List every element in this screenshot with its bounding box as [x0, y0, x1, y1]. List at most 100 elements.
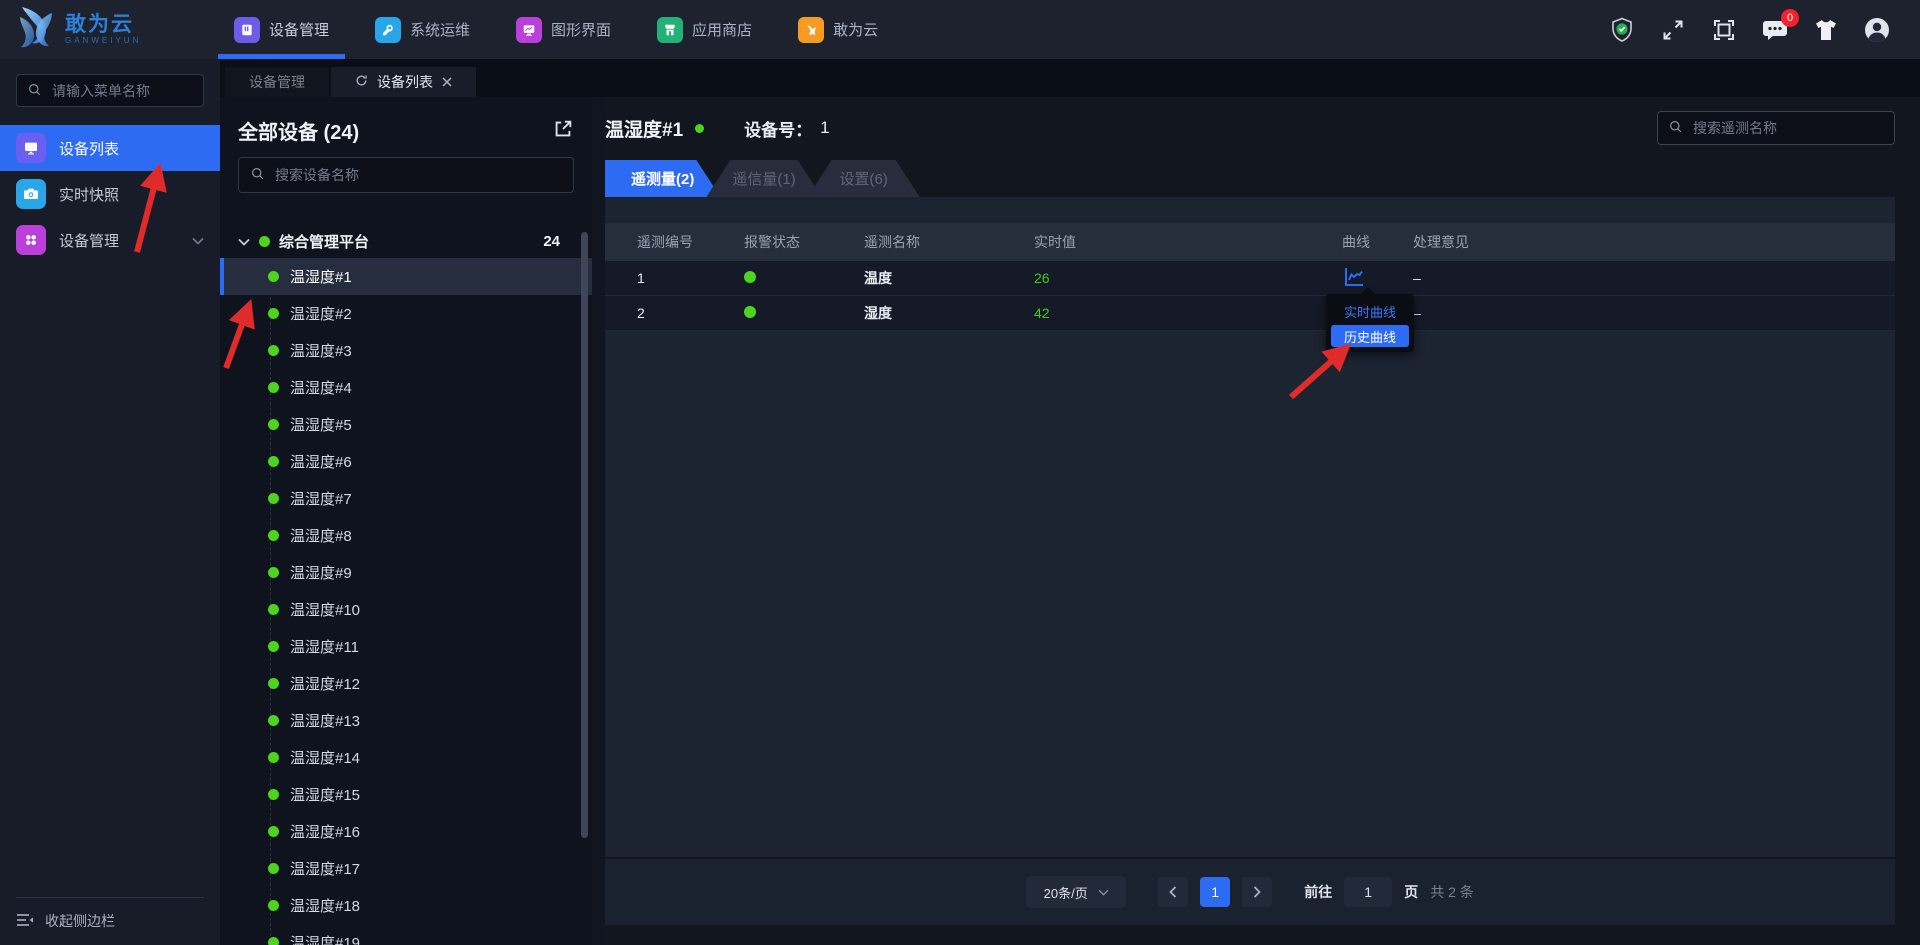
telemetry-search-input[interactable] — [1691, 119, 1884, 137]
open-external-icon[interactable] — [552, 118, 574, 143]
device-header: 温湿度#1 设备号： 1 — [605, 97, 1895, 159]
sidebar-item-label: 设备管理 — [59, 232, 120, 250]
tree-item[interactable]: 温湿度#8 — [220, 517, 592, 554]
nav-item-app-store[interactable]: 应用商店 — [657, 0, 752, 59]
tree-root-node[interactable]: 综合管理平台 24 — [238, 226, 574, 256]
page-tab-label: 设备管理 — [249, 74, 305, 90]
tree-item[interactable]: 温湿度#1 — [220, 258, 592, 295]
sidebar-search[interactable] — [16, 74, 204, 107]
status-dot — [268, 937, 279, 945]
tab-settings[interactable]: 设置(6) — [808, 160, 920, 197]
status-dot — [268, 604, 279, 615]
sidebar-item-snapshot[interactable]: 实时快照 — [0, 171, 220, 217]
tree-scrollbar[interactable] — [581, 232, 588, 838]
refresh-icon[interactable] — [355, 74, 368, 90]
chevron-down-icon[interactable] — [238, 233, 250, 250]
menu-item-realtime-curve[interactable]: 实时曲线 — [1331, 300, 1409, 322]
brand-subtitle: GANWEIYUN — [65, 36, 142, 45]
tab-telemetry[interactable]: 遥测量(2) — [605, 160, 720, 197]
menu-item-history-curve[interactable]: 历史曲线 — [1331, 325, 1409, 347]
nav-item-graphic-ui[interactable]: 图形界面 — [516, 0, 611, 59]
device-manage-icon — [234, 16, 260, 43]
tree-children: 温湿度#1 温湿度#2 温湿度#3 温湿度#4 温湿度#5 温湿度#6 温湿度#7 温湿度#8… — [220, 258, 592, 945]
tree-item[interactable]: 温湿度#15 — [220, 776, 592, 813]
pagination-bar: 20条/页 1 前往 页 — [605, 857, 1895, 925]
status-dot — [268, 789, 279, 800]
brand: 敢为云 GANWEIYUN — [0, 3, 220, 56]
tree-item[interactable]: 温湿度#11 — [220, 628, 592, 665]
tree-item-label: 温湿度#15 — [290, 787, 361, 804]
page-tab-device-manage[interactable]: 设备管理 — [225, 67, 329, 97]
tree-search-input[interactable] — [273, 166, 562, 184]
chevron-down-icon — [1098, 889, 1109, 896]
tree-item[interactable]: 温湿度#9 — [220, 554, 592, 591]
nav-label: 敢为云 — [833, 22, 879, 39]
device-no-value: 1 — [820, 118, 830, 137]
alarm-status-dot — [744, 270, 864, 286]
tree-item-label: 温湿度#11 — [290, 639, 359, 656]
sidebar-item-device-list[interactable]: 设备列表 — [0, 125, 220, 171]
content-area: 设备管理 设备列表 全部设备 (24) 搜索设备名称 综合管理平台 24 温湿度… — [220, 59, 1920, 945]
tree-item[interactable]: 温湿度#12 — [220, 665, 592, 702]
status-dot — [268, 345, 279, 356]
nav-item-ganwei-cloud[interactable]: 敢为云 — [798, 0, 878, 59]
tree-item[interactable]: 温湿度#2 — [220, 295, 592, 332]
nav-item-system-ops[interactable]: 系统运维 — [375, 0, 470, 59]
curve-menu-tooltip: 实时曲线 历史曲线 — [1326, 287, 1414, 352]
tree-item-label: 温湿度#4 — [290, 380, 352, 397]
topbar: 敢为云 GANWEIYUN 设备管理 系统运维 图形界面 应用商店 敢为云 0 — [0, 0, 1920, 59]
tree-item[interactable]: 温湿度#6 — [220, 443, 592, 480]
tab-signals[interactable]: 遥信量(1) — [706, 160, 821, 197]
line-chart-icon[interactable] — [1342, 266, 1413, 291]
tree-item[interactable]: 温湿度#16 — [220, 813, 592, 850]
device-name: 温湿度#1 — [605, 119, 684, 141]
telemetry-search[interactable] — [1657, 111, 1895, 145]
tree-item[interactable]: 温湿度#10 — [220, 591, 592, 628]
nav-label: 应用商店 — [692, 22, 753, 39]
user-avatar[interactable] — [1864, 17, 1890, 43]
chevron-down-icon — [192, 232, 204, 249]
tree-item-label: 温湿度#6 — [290, 454, 352, 471]
tree-title: 全部设备 (24) — [238, 121, 360, 144]
table-row: 2 湿度 42 – — [605, 296, 1895, 331]
status-dot — [268, 826, 279, 837]
tree-header: 全部设备 (24) — [238, 111, 574, 149]
close-tab-icon[interactable] — [442, 74, 452, 90]
nav-item-device-manage[interactable]: 设备管理 — [217, 0, 346, 59]
tree-item[interactable]: 温湿度#13 — [220, 702, 592, 739]
sidebar-item-device-manage[interactable]: 设备管理 — [0, 217, 220, 263]
security-shield-icon[interactable] — [1609, 17, 1635, 43]
tree-item[interactable]: 温湿度#18 — [220, 887, 592, 924]
total-count-label: 共 2 条 — [1430, 884, 1474, 900]
tree-search[interactable] — [238, 157, 574, 193]
tree-item-label: 温湿度#3 — [290, 343, 352, 360]
tree-item-label: 温湿度#5 — [290, 417, 352, 434]
prev-page-button[interactable] — [1158, 877, 1189, 907]
sidebar-search-input[interactable] — [50, 81, 193, 100]
tree-item[interactable]: 温湿度#17 — [220, 850, 592, 887]
next-page-button[interactable] — [1242, 877, 1273, 907]
goto-page-input[interactable] — [1344, 877, 1393, 907]
topbar-actions: 0 — [1609, 8, 1920, 43]
graphic-ui-icon — [516, 16, 543, 43]
tree-item[interactable]: 温湿度#4 — [220, 369, 592, 406]
tree-item[interactable]: 温湿度#7 — [220, 480, 592, 517]
status-dot — [268, 641, 279, 652]
page-number-button[interactable]: 1 — [1200, 877, 1231, 907]
messages-icon[interactable]: 0 — [1762, 8, 1799, 43]
tree-item[interactable]: 温湿度#19 — [220, 924, 592, 945]
tree-item-label: 温湿度#1 — [290, 269, 352, 286]
fullscreen-icon[interactable] — [1660, 17, 1686, 43]
status-dot — [268, 900, 279, 911]
tree-item[interactable]: 温湿度#14 — [220, 739, 592, 776]
column-header: 遥测名称 — [864, 234, 920, 250]
tree-item[interactable]: 温湿度#3 — [220, 332, 592, 369]
page-size-select[interactable]: 20条/页 — [1026, 876, 1127, 908]
screenshot-frame-icon[interactable] — [1711, 17, 1737, 43]
theme-shirt-icon[interactable] — [1813, 17, 1839, 43]
status-dot — [268, 308, 279, 319]
collapse-sidebar-button[interactable]: 收起侧边栏 — [16, 911, 204, 931]
tree-item[interactable]: 温湿度#5 — [220, 406, 592, 443]
page-tab-device-list[interactable]: 设备列表 — [331, 67, 476, 97]
nav-label: 系统运维 — [410, 22, 471, 39]
